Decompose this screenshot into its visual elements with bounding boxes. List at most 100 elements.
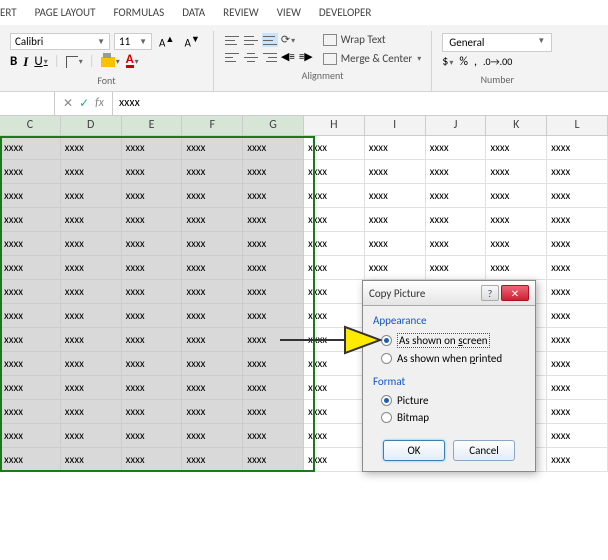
italic-button[interactable]: I [23, 54, 28, 70]
cell[interactable]: xxxx [243, 328, 304, 352]
cell[interactable]: xxxx [122, 256, 183, 280]
cell[interactable]: xxxx [365, 160, 426, 184]
cell[interactable]: xxxx [547, 424, 608, 448]
tab-data[interactable]: DATA [182, 6, 205, 19]
cell[interactable]: xxxx [304, 184, 365, 208]
cell[interactable]: xxxx [304, 400, 365, 424]
cell[interactable]: xxxx [547, 448, 608, 472]
orientation-button[interactable]: ⟳▾ [281, 33, 295, 47]
column-header[interactable]: L [547, 116, 608, 135]
cell[interactable]: xxxx [426, 232, 487, 256]
cell[interactable]: xxxx [0, 232, 61, 256]
cell[interactable]: xxxx [0, 376, 61, 400]
cell[interactable]: xxxx [243, 184, 304, 208]
bold-button[interactable]: B [10, 54, 17, 69]
cell[interactable]: xxxx [122, 400, 183, 424]
name-box[interactable] [0, 92, 55, 115]
cell[interactable]: xxxx [547, 376, 608, 400]
cell[interactable]: xxxx [122, 304, 183, 328]
cell[interactable]: xxxx [365, 184, 426, 208]
column-header[interactable]: I [365, 116, 426, 135]
cell[interactable]: xxxx [182, 376, 243, 400]
cell[interactable]: xxxx [122, 208, 183, 232]
cell[interactable]: xxxx [547, 400, 608, 424]
cell[interactable]: xxxx [182, 160, 243, 184]
ok-button[interactable]: OK [383, 440, 445, 461]
tab-review[interactable]: REVIEW [223, 6, 259, 19]
cell[interactable]: xxxx [61, 280, 122, 304]
cell[interactable]: xxxx [61, 184, 122, 208]
cell[interactable]: xxxx [61, 304, 122, 328]
help-button[interactable]: ? [481, 285, 499, 301]
cell[interactable]: xxxx [61, 160, 122, 184]
cell[interactable]: xxxx [365, 256, 426, 280]
cell[interactable]: xxxx [304, 280, 365, 304]
cell[interactable]: xxxx [304, 328, 365, 352]
cell[interactable]: xxxx [182, 328, 243, 352]
cell[interactable]: xxxx [122, 232, 183, 256]
cell[interactable]: xxxx [486, 160, 547, 184]
percent-format-button[interactable]: % [459, 55, 468, 69]
cell[interactable]: xxxx [182, 208, 243, 232]
tab-formulas[interactable]: FORMULAS [113, 6, 164, 19]
decrease-indent-icon[interactable]: ◀≡ [281, 50, 295, 64]
cell[interactable]: xxxx [122, 448, 183, 472]
cell[interactable]: xxxx [0, 160, 61, 184]
cell[interactable]: xxxx [304, 352, 365, 376]
column-header[interactable]: D [61, 116, 122, 135]
cell[interactable]: xxxx [304, 424, 365, 448]
tab-view[interactable]: VIEW [277, 6, 301, 19]
cell[interactable]: xxxx [243, 232, 304, 256]
cell[interactable]: xxxx [182, 184, 243, 208]
cell[interactable]: xxxx [122, 160, 183, 184]
cancel-icon[interactable]: ✕ [63, 96, 73, 111]
comma-format-button[interactable]: , [474, 55, 477, 69]
cell[interactable]: xxxx [243, 400, 304, 424]
close-button[interactable]: ✕ [501, 285, 529, 301]
cell[interactable]: xxxx [486, 208, 547, 232]
wrap-text-button[interactable]: Wrap Text [323, 33, 422, 46]
cell[interactable]: xxxx [61, 424, 122, 448]
align-top-icon[interactable] [224, 33, 240, 47]
cancel-button[interactable]: Cancel [453, 440, 515, 461]
cell[interactable]: xxxx [0, 208, 61, 232]
cell[interactable]: xxxx [182, 424, 243, 448]
cell[interactable]: xxxx [243, 376, 304, 400]
align-middle-icon[interactable] [243, 33, 259, 47]
font-name-dropdown[interactable]: Calibri▼ [10, 33, 110, 50]
cell[interactable]: xxxx [122, 424, 183, 448]
fill-color-button[interactable]: ▾ [101, 57, 120, 67]
cell[interactable]: xxxx [547, 160, 608, 184]
cell[interactable]: xxxx [61, 376, 122, 400]
cell[interactable]: xxxx [486, 256, 547, 280]
radio-as-shown-when-printed[interactable]: As shown when printed [373, 350, 525, 367]
cell[interactable]: xxxx [182, 352, 243, 376]
cell[interactable]: xxxx [122, 280, 183, 304]
formula-input[interactable]: xxxx [112, 92, 608, 115]
cell[interactable]: xxxx [304, 256, 365, 280]
cell[interactable]: xxxx [122, 136, 183, 160]
cell[interactable]: xxxx [61, 352, 122, 376]
cell[interactable]: xxxx [0, 280, 61, 304]
cell[interactable]: xxxx [0, 328, 61, 352]
cell[interactable]: xxxx [182, 304, 243, 328]
cell[interactable]: xxxx [0, 136, 61, 160]
cell[interactable]: xxxx [426, 160, 487, 184]
cell[interactable]: xxxx [365, 232, 426, 256]
cell[interactable]: xxxx [243, 208, 304, 232]
dialog-titlebar[interactable]: Copy Picture ? ✕ [363, 281, 535, 306]
cell[interactable]: xxxx [304, 208, 365, 232]
cell[interactable]: xxxx [304, 232, 365, 256]
tab-developer[interactable]: DEVELOPER [319, 6, 371, 19]
cell[interactable]: xxxx [182, 256, 243, 280]
increase-decimal-button[interactable]: .0→.00 [483, 55, 512, 69]
cell[interactable]: xxxx [0, 400, 61, 424]
enter-icon[interactable]: ✓ [79, 96, 89, 111]
column-header[interactable]: F [182, 116, 243, 135]
cell[interactable]: xxxx [243, 424, 304, 448]
radio-bitmap[interactable]: Bitmap [373, 409, 525, 426]
cell[interactable]: xxxx [122, 184, 183, 208]
accounting-format-button[interactable]: $▾ [442, 55, 453, 69]
cell[interactable]: xxxx [426, 136, 487, 160]
cell[interactable]: xxxx [122, 376, 183, 400]
